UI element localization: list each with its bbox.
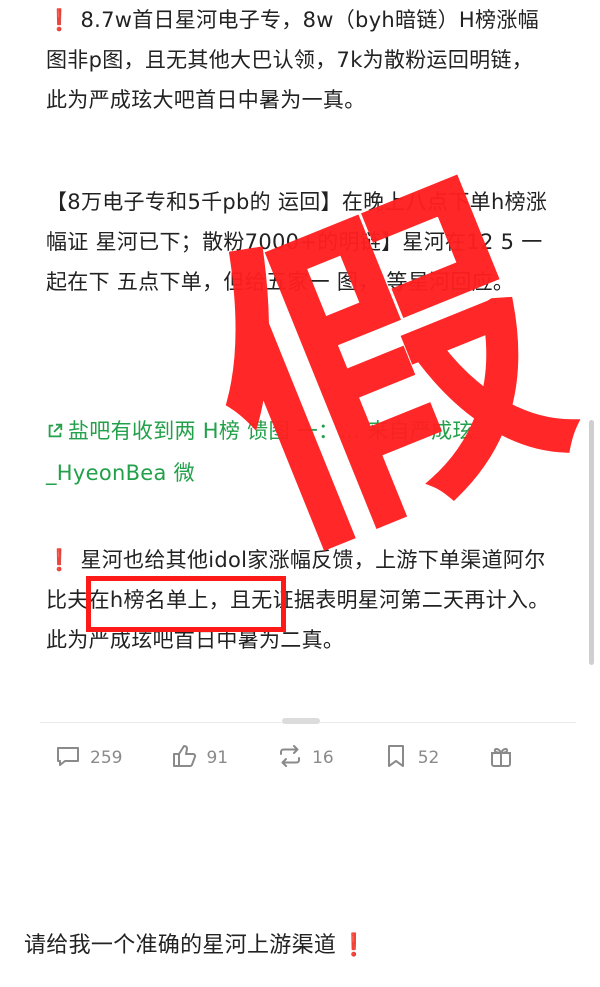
post-paragraph-4-text-a: 星河也给其他idol家涨幅反馈，上游下单渠道	[80, 548, 503, 572]
exclamation-icon: ❗	[46, 548, 73, 572]
like-count: 91	[206, 748, 229, 768]
gift-icon	[487, 742, 515, 774]
action-bar: 259 91 16 52	[54, 738, 554, 778]
exclamation-icon: ❗	[340, 933, 368, 958]
comment-button[interactable]: 259	[54, 742, 122, 774]
save-count: 52	[417, 748, 440, 768]
repost-count: 16	[312, 748, 334, 768]
thumbs-up-icon	[170, 742, 198, 774]
drag-handle[interactable]	[282, 718, 320, 724]
external-link-icon	[46, 413, 68, 453]
gift-button[interactable]	[487, 742, 515, 774]
exclamation-icon: ❗	[46, 8, 73, 32]
scrollbar[interactable]	[589, 420, 594, 665]
post-link[interactable]: 盐吧有收到两 H榜 馈图 一：... 来自严成玹_HyeonBea 微	[24, 411, 554, 493]
comment-count: 259	[90, 748, 123, 768]
repost-button[interactable]: 16	[276, 742, 334, 774]
post-paragraph-1: ❗ 8.7w首日星河电子专，8w（byh暗链）H榜涨幅图非p图，且无其他大巴认领，…	[24, 0, 554, 120]
question-text: 请给我一个准确的星河上游渠道	[24, 933, 337, 958]
post-paragraph-1-text: 8.7w首日星河电子专，8w（byh暗链）H榜涨幅图非p图，且无其他大巴认领，7…	[46, 8, 539, 112]
post-paragraph-2: 【8万电子专和5千pb的 运回】在晚上八点下单h榜涨幅证 星河已下；散粉7000…	[46, 190, 548, 294]
highlight-box	[86, 576, 286, 632]
save-button[interactable]: 52	[382, 742, 440, 774]
question-text-row: 请给我一个准确的星河上游渠道 ❗	[24, 927, 376, 959]
comment-icon	[54, 742, 82, 774]
like-button[interactable]: 91	[170, 742, 228, 774]
post-link-text: 盐吧有收到两 H榜 馈图 一：... 来自严成玹_HyeonBea 微	[46, 419, 474, 485]
repost-icon	[276, 742, 304, 774]
bookmark-icon	[382, 742, 410, 774]
post-card: ❗ 8.7w首日星河电子专，8w（byh暗链）H榜涨幅图非p图，且无其他大巴认领，…	[24, 0, 600, 838]
